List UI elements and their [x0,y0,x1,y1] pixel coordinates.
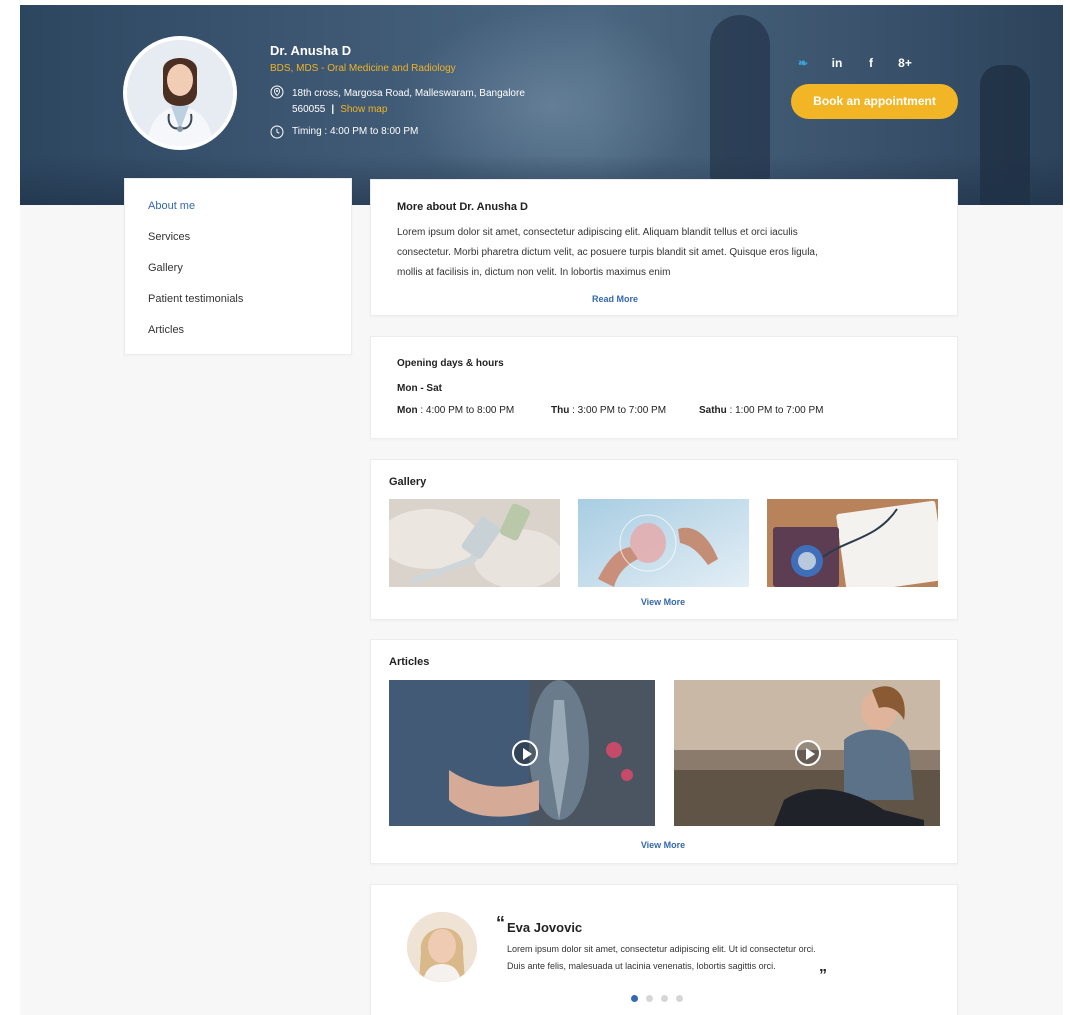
doctor-timing: Timing : 4:00 PM to 8:00 PM [292,126,419,137]
gallery-thumb-digital-heart[interactable] [578,499,749,587]
sidebar-item-patient-testimonials[interactable]: Patient testimonials [148,293,243,305]
doctor-photo [127,40,233,146]
about-text-line: mollis at facilisis in, dictum non velit… [397,267,671,278]
carousel-dot[interactable] [661,995,668,1002]
hours-slot-time: : 1:00 PM to 7:00 PM [726,405,824,416]
articles-title: Articles [389,656,430,668]
profile-hero-banner: Dr. Anusha D BDS, MDS - Oral Medicine an… [20,5,1063,205]
hours-slot-day: Sathu [699,405,727,416]
address-line-1: 18th cross, Margosa Road, Malleswaram, B… [292,88,525,99]
carousel-dots [631,995,683,1002]
sidebar-item-gallery[interactable]: Gallery [148,262,183,274]
facebook-icon[interactable]: f [863,56,879,70]
hours-slot: Sathu : 1:00 PM to 7:00 PM [699,405,824,416]
show-map-link[interactable]: Show map [340,104,387,115]
testimonial-text-line: Lorem ipsum dolor sit amet, consectetur … [507,944,816,954]
about-text: Lorem ipsum dolor sit amet, consectetur … [397,223,937,283]
play-video-icon[interactable] [795,740,821,766]
doctor-name: Dr. Anusha D [270,43,352,58]
testimonial-author: Eva Jovovic [507,920,583,935]
location-pin-icon [270,85,284,99]
article-video-thumb-fitness[interactable] [674,680,940,826]
play-video-icon[interactable] [512,740,538,766]
twitter-icon[interactable]: ❧ [795,56,811,70]
carousel-dot[interactable] [646,995,653,1002]
read-more-link[interactable]: Read More [371,294,859,304]
quote-open-icon: “ [496,913,505,933]
quote-close-icon: „ [819,958,827,975]
articles-card: Articles View More [370,639,958,864]
about-title: More about Dr. Anusha D [397,201,528,213]
gallery-title: Gallery [389,476,427,488]
gallery-view-more-link[interactable]: View More [371,597,955,607]
google-plus-icon[interactable]: 8+ [897,56,913,70]
testimonial-avatar [407,912,477,982]
articles-view-more-link[interactable]: View More [371,840,955,850]
hours-slot-time: : 4:00 PM to 8:00 PM [417,405,515,416]
article-video-thumb-anatomy[interactable] [389,680,655,826]
carousel-dot[interactable] [631,995,638,1002]
hours-slot-time: : 3:00 PM to 7:00 PM [569,405,667,416]
clock-icon [270,125,284,139]
sidebar-item-services[interactable]: Services [148,231,190,243]
gallery-thumb-stethoscope-notebook[interactable] [767,499,938,587]
address-line-2: 560055 [292,104,326,115]
opening-hours-card: Opening days & hours Mon - Sat Mon : 4:0… [370,336,958,439]
carousel-dot[interactable] [676,995,683,1002]
social-links: ❧ in f 8+ [795,56,913,70]
doctor-degree: BDS, MDS - Oral Medicine and Radiology [270,63,456,74]
about-text-line: Lorem ipsum dolor sit amet, consectetur … [397,227,798,238]
testimonial-card: “ Eva Jovovic Lorem ipsum dolor sit amet… [370,884,958,1015]
doctor-photo-illustration [127,40,233,146]
about-card: More about Dr. Anusha D Lorem ipsum dolo… [370,179,958,316]
hours-slot: Thu : 3:00 PM to 7:00 PM [551,405,666,416]
address-separator: | [331,104,335,115]
hours-slot-day: Mon [397,405,418,416]
profile-sidebar-nav: About me Services Gallery Patient testim… [124,178,352,355]
hours-title: Opening days & hours [397,358,504,369]
book-appointment-button[interactable]: Book an appointment [791,84,958,119]
hours-slot-day: Thu [551,405,570,416]
linkedin-icon[interactable]: in [829,56,845,70]
hours-slot: Mon : 4:00 PM to 8:00 PM [397,405,514,416]
doctor-address: 18th cross, Margosa Road, Malleswaram, B… [292,86,562,118]
page: Dr. Anusha D BDS, MDS - Oral Medicine an… [20,5,1063,1015]
sidebar-item-articles[interactable]: Articles [148,324,184,336]
hours-day-range: Mon - Sat [397,383,442,394]
sidebar-item-about-me[interactable]: About me [148,200,195,212]
doctor-avatar [123,36,237,150]
about-text-line: consectetur. Morbi pharetra dictum velit… [397,247,818,258]
gallery-card: Gallery View More [370,459,958,620]
gallery-thumb-vials[interactable] [389,499,560,587]
